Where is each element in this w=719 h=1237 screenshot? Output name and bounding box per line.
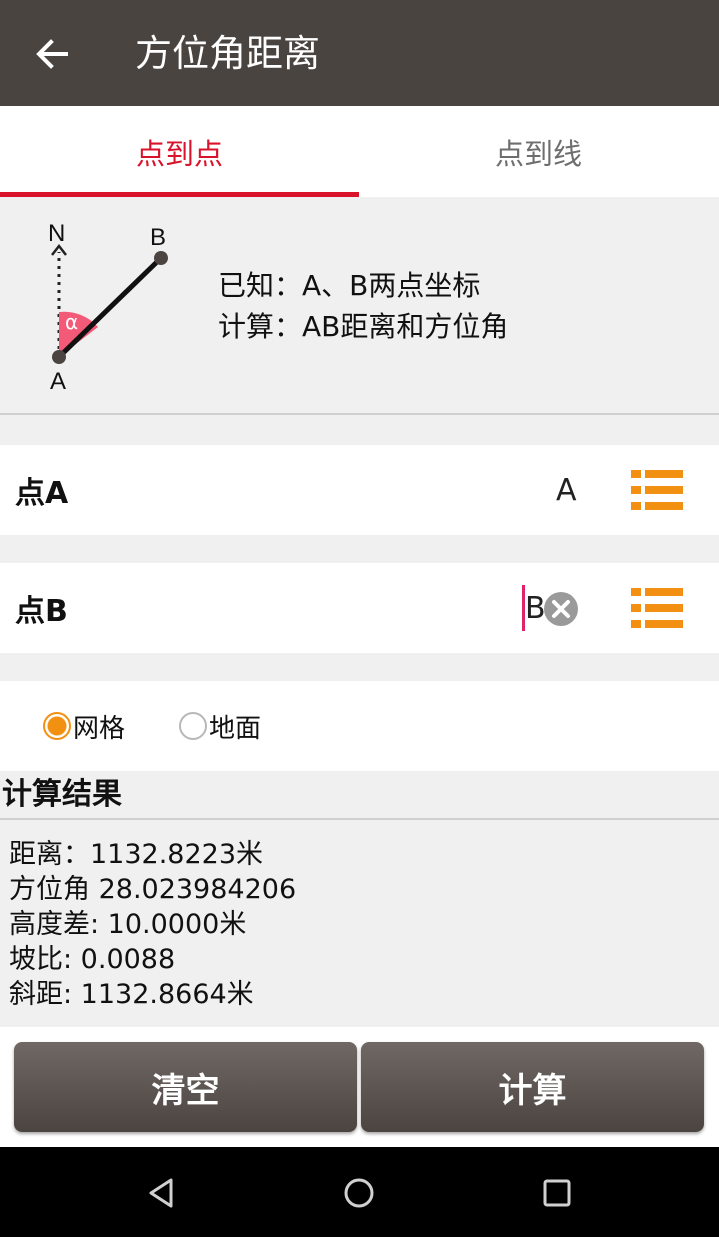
calculate-button[interactable]: 计算 <box>361 1042 704 1132</box>
point-a-input[interactable]: A <box>556 445 577 535</box>
list-icon[interactable] <box>631 588 683 628</box>
point-b-label: B <box>150 224 166 251</box>
nav-back-icon[interactable] <box>143 1175 179 1211</box>
result-height-diff: 高度差: 10.0000米 <box>9 909 247 940</box>
point-a-marker <box>52 350 66 364</box>
spacer <box>0 415 719 445</box>
north-arrow-icon <box>51 243 67 256</box>
nav-home-icon[interactable] <box>341 1175 377 1211</box>
tab-point-to-point[interactable]: 点到点 <box>0 106 359 197</box>
spacer <box>0 653 719 681</box>
result-slope-ratio: 坡比: 0.0088 <box>9 944 176 975</box>
compute-text: 计算：AB距离和方位角 <box>218 310 509 343</box>
point-b-marker <box>154 251 168 265</box>
radio-ground-label: 地面 <box>209 713 262 744</box>
radio-grid-label: 网格 <box>73 713 126 744</box>
radio-ground[interactable]: 地面 <box>179 681 261 771</box>
back-button[interactable] <box>28 30 76 78</box>
app-bar: 方位角距离 <box>0 0 719 106</box>
result-azimuth: 方位角 28.023984206 <box>9 874 297 905</box>
clear-input-icon[interactable] <box>543 591 579 627</box>
radio-checked-icon <box>43 712 71 740</box>
radio-unchecked-icon <box>179 712 207 740</box>
spacer <box>0 535 719 563</box>
north-label: N <box>48 220 65 247</box>
tab-bar: 点到点 点到线 <box>0 106 719 197</box>
list-icon[interactable] <box>631 470 683 510</box>
alpha-label: α <box>65 310 78 334</box>
results-header: 计算结果 <box>0 771 719 820</box>
point-a-label-text: 点A <box>15 476 69 511</box>
known-text: 已知：A、B两点坐标 <box>218 269 481 302</box>
results-panel: 距离：1132.8223米 方位角 28.023984206 高度差: 10.0… <box>0 820 719 1027</box>
point-a-label: A <box>50 368 66 395</box>
result-slope-distance: 斜距: 1132.8664米 <box>9 979 254 1010</box>
page-title: 方位角距离 <box>135 32 320 75</box>
results-heading: 计算结果 <box>2 777 122 812</box>
azimuth-diagram: N B A α <box>48 220 168 395</box>
point-b-row: 点B B <box>0 563 719 653</box>
result-distance: 距离：1132.8223米 <box>9 839 264 870</box>
radio-grid[interactable]: 网格 <box>43 681 125 771</box>
system-nav-bar <box>0 1147 719 1237</box>
segment-ab <box>57 256 163 359</box>
point-a-row: 点A A <box>0 445 719 535</box>
point-b-label-text: 点B <box>15 594 68 629</box>
arrow-left-icon <box>36 39 68 69</box>
action-bar: 清空 计算 <box>0 1027 719 1147</box>
mode-radio-group: 网格 地面 <box>0 681 719 771</box>
info-panel: N B A α 已知：A、B两点坐标 计算：AB距离和方位角 <box>0 197 719 415</box>
tab-point-to-line[interactable]: 点到线 <box>359 106 718 197</box>
nav-recents-icon[interactable] <box>539 1175 575 1211</box>
clear-button[interactable]: 清空 <box>14 1042 357 1132</box>
